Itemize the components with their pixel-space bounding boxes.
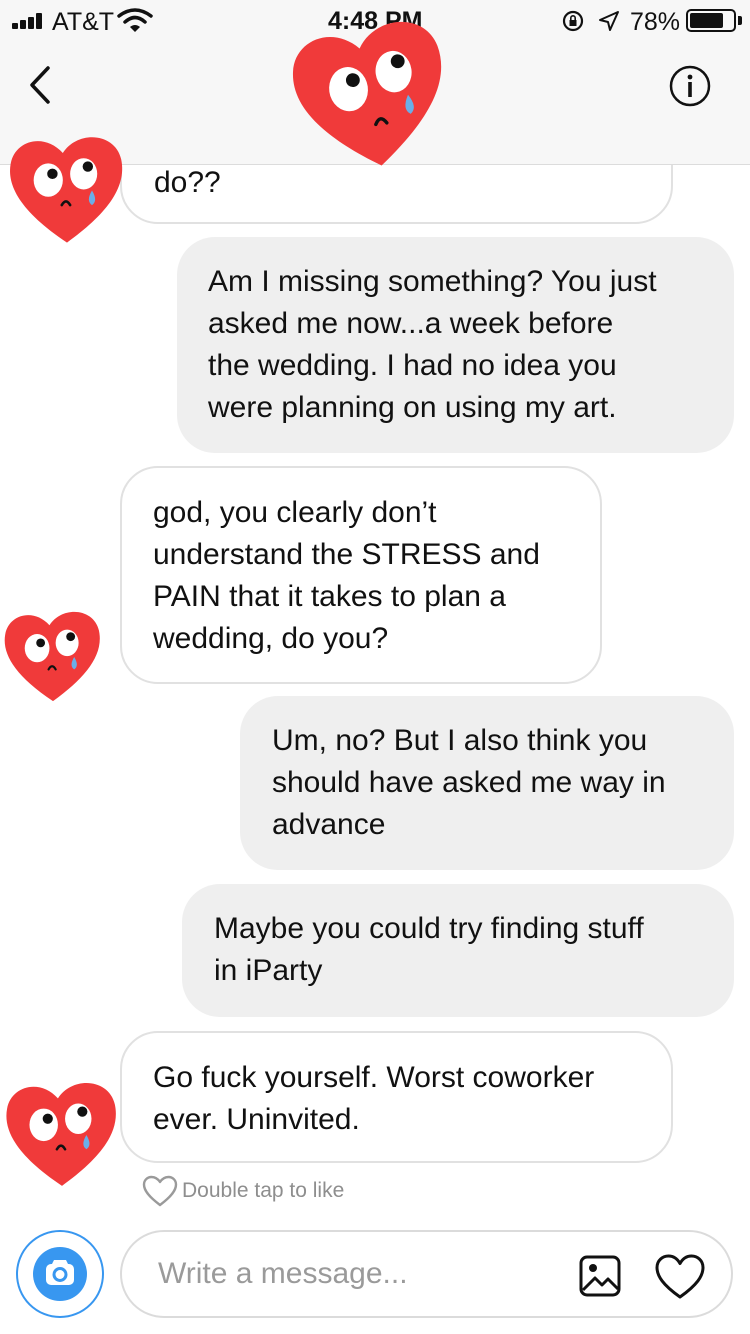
crying-heart-sticker xyxy=(293,21,442,166)
battery-icon xyxy=(686,9,736,32)
message-line: ever. Uninvited. xyxy=(153,1103,360,1136)
message-line: asked me now...a week before xyxy=(208,307,614,340)
crying-heart-sticker xyxy=(10,137,123,243)
double-tap-like-hint: Double tap to like xyxy=(142,1174,344,1208)
camera-button[interactable] xyxy=(16,1230,104,1318)
double-tap-like-label: Double tap to like xyxy=(182,1179,345,1202)
message-input[interactable] xyxy=(158,1252,558,1296)
wifi-icon xyxy=(117,8,153,32)
signal-icon xyxy=(12,13,46,29)
message-line: Go fuck yourself. Worst coworker xyxy=(153,1061,595,1094)
message-line: PAIN that it takes to plan a xyxy=(153,580,506,613)
message-line: in iParty xyxy=(214,954,323,987)
camera-button-fill xyxy=(33,1247,87,1301)
message-outgoing[interactable]: Maybe you could try finding stuff in iPa… xyxy=(182,884,734,1017)
message-incoming[interactable]: Go fuck yourself. Worst coworker ever. U… xyxy=(120,1031,673,1163)
battery-percent: 78% xyxy=(630,8,681,36)
image-icon[interactable] xyxy=(578,1254,622,1298)
camera-icon xyxy=(46,1260,74,1285)
message-outgoing[interactable]: Um, no? But I also think you should have… xyxy=(240,696,734,870)
message-line: Am I missing something? You just xyxy=(208,265,657,298)
crying-heart-sticker xyxy=(4,611,100,702)
crying-heart-sticker xyxy=(6,1083,116,1186)
message-line: wedding, do you? xyxy=(153,622,389,655)
message-line: advance xyxy=(272,808,386,841)
message-composer xyxy=(120,1230,733,1318)
message-line: understand the STRESS and xyxy=(153,538,540,571)
message-line: the wedding. I had no idea you xyxy=(208,349,617,382)
message-line: should have asked me way in xyxy=(272,766,666,799)
carrier-label: AT&T xyxy=(52,8,115,36)
info-icon[interactable] xyxy=(668,64,712,108)
battery-tip xyxy=(738,16,742,25)
heart-outline-icon[interactable] xyxy=(654,1252,706,1300)
rotation-lock-icon xyxy=(562,10,584,32)
message-line: Um, no? But I also think you xyxy=(272,724,648,757)
message-outgoing[interactable]: Am I missing something? You just asked m… xyxy=(177,237,734,453)
message-line: were planning on using my art. xyxy=(208,391,617,424)
heart-outline-icon xyxy=(142,1175,178,1207)
message-line: god, you clearly don’t xyxy=(153,496,437,529)
location-arrow-icon xyxy=(599,11,619,31)
message-line: Maybe you could try finding stuff xyxy=(214,912,644,945)
battery-level-fill xyxy=(690,13,723,28)
chevron-left-icon[interactable] xyxy=(22,62,62,108)
message-incoming[interactable]: god, you clearly don’t understand the ST… xyxy=(120,466,602,684)
